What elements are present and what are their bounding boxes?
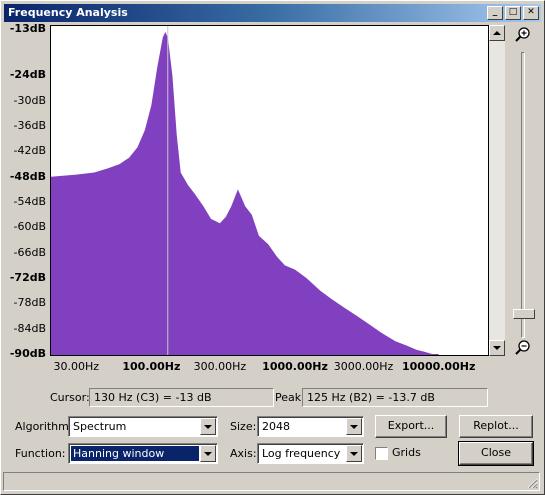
zoom-slider-track[interactable] bbox=[521, 52, 525, 338]
size-dropdown-button[interactable] bbox=[346, 418, 362, 435]
y-tick-label: -66dB bbox=[13, 245, 47, 259]
chevron-down-icon bbox=[350, 425, 358, 429]
size-label: Size: bbox=[230, 420, 257, 433]
arrow-down-icon bbox=[493, 346, 501, 350]
y-tick-label: -42dB bbox=[13, 144, 47, 158]
axis-label: Axis: bbox=[230, 447, 257, 460]
x-tick-label: 10000.00Hz bbox=[401, 360, 476, 373]
algorithm-value: Spectrum bbox=[73, 420, 127, 433]
x-tick-label: 3000.00Hz bbox=[333, 360, 394, 373]
x-tick-label: 300.00Hz bbox=[193, 360, 247, 373]
arrow-up-icon bbox=[493, 31, 501, 35]
algorithm-label: Algorithm: bbox=[15, 420, 73, 433]
y-tick-label: -30dB bbox=[13, 93, 47, 107]
y-tick-label: -60dB bbox=[13, 220, 47, 234]
peak-label: Peak: bbox=[275, 391, 305, 404]
cursor-label: Cursor: bbox=[50, 391, 90, 404]
spectrum-area bbox=[51, 32, 439, 355]
spectrum-plot[interactable] bbox=[50, 25, 489, 356]
maximize-button[interactable]: □ bbox=[505, 6, 521, 20]
axis-value: Log frequency bbox=[262, 447, 341, 460]
axis-select[interactable]: Log frequency bbox=[257, 443, 364, 464]
y-tick-label: -36dB bbox=[13, 119, 47, 133]
algorithm-dropdown-button[interactable] bbox=[200, 418, 216, 435]
chevron-down-icon bbox=[204, 425, 212, 429]
y-tick-label: -48dB bbox=[9, 169, 46, 183]
cursor-readout: 130 Hz (C3) = -13 dB bbox=[89, 388, 274, 407]
y-tick-label: -78dB bbox=[13, 296, 47, 310]
scroll-down-button[interactable] bbox=[489, 340, 505, 356]
grids-checkbox[interactable] bbox=[375, 447, 388, 460]
window-title: Frequency Analysis bbox=[8, 6, 128, 19]
title-bar: Frequency Analysis _ □ ✕ bbox=[4, 4, 541, 22]
y-tick-label: -24dB bbox=[9, 68, 46, 82]
y-tick-label: -90dB bbox=[9, 347, 46, 360]
function-dropdown-button[interactable] bbox=[200, 445, 216, 462]
chevron-down-icon bbox=[204, 452, 212, 456]
x-tick-label: 1000.00Hz bbox=[262, 360, 328, 373]
y-tick-label: -84dB bbox=[13, 321, 47, 335]
y-tick-label: -54dB bbox=[13, 195, 47, 209]
chevron-down-icon bbox=[350, 452, 358, 456]
resize-grip-icon[interactable] bbox=[526, 477, 538, 489]
minimize-button[interactable]: _ bbox=[487, 6, 503, 20]
status-bar bbox=[3, 472, 540, 491]
peak-readout: 125 Hz (B2) = -13.7 dB bbox=[302, 388, 488, 407]
function-select[interactable]: Hanning window bbox=[68, 443, 218, 464]
y-tick-label: -72dB bbox=[9, 271, 46, 285]
algorithm-select[interactable]: Spectrum bbox=[68, 416, 218, 437]
scroll-up-button[interactable] bbox=[489, 25, 505, 41]
spectrum-chart bbox=[51, 26, 439, 355]
axis-dropdown-button[interactable] bbox=[346, 445, 362, 462]
close-window-button[interactable]: ✕ bbox=[523, 6, 539, 20]
y-tick-label: -13dB bbox=[9, 22, 46, 35]
zoom-in-icon[interactable] bbox=[513, 26, 531, 44]
size-value: 2048 bbox=[262, 420, 290, 433]
close-button[interactable]: Close bbox=[458, 441, 534, 466]
zoom-out-icon[interactable] bbox=[513, 339, 531, 357]
replot-button[interactable]: Replot... bbox=[459, 415, 533, 438]
grids-label: Grids bbox=[392, 446, 421, 459]
size-select[interactable]: 2048 bbox=[257, 416, 364, 437]
zoom-slider-thumb[interactable] bbox=[513, 308, 535, 319]
vertical-scrollbar[interactable] bbox=[489, 25, 505, 356]
x-tick-label: 100.00Hz bbox=[122, 360, 181, 373]
export-button[interactable]: Export... bbox=[375, 415, 447, 438]
x-tick-label: 30.00Hz bbox=[53, 360, 100, 373]
function-label: Function: bbox=[15, 447, 66, 460]
function-value: Hanning window bbox=[70, 445, 200, 462]
